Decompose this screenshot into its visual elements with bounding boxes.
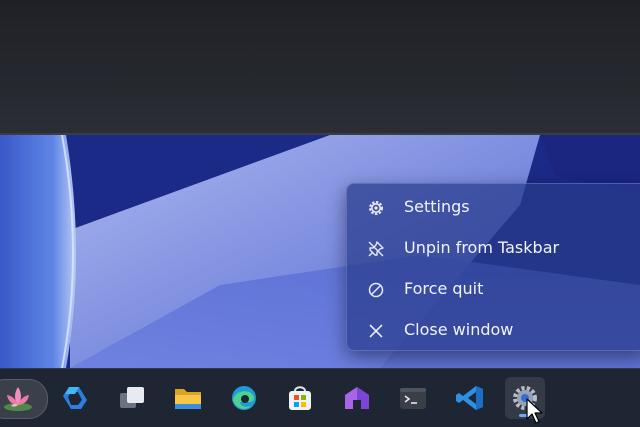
- microsoft-store-icon: [289, 386, 311, 410]
- vscode-icon: [456, 386, 483, 410]
- gear-icon: [369, 201, 383, 215]
- taskbar-task-view[interactable]: [112, 377, 152, 419]
- taskbar-context-menu: Settings Unpin from Taskbar Force quit C…: [346, 183, 640, 351]
- taskbar-edge[interactable]: [224, 377, 264, 419]
- menu-item-label: Close window: [404, 320, 514, 339]
- taskbar-copilot[interactable]: [55, 377, 95, 419]
- copilot-icon: [63, 387, 87, 409]
- mouse-cursor-icon: [526, 398, 543, 424]
- taskbar-file-explorer[interactable]: [168, 377, 208, 419]
- file-explorer-icon: [175, 389, 201, 409]
- menu-item-label: Force quit: [404, 279, 484, 298]
- widgets-lotus-icon: [4, 387, 32, 411]
- prohibited-icon: [368, 282, 384, 298]
- unpin-icon: [368, 241, 384, 257]
- menu-item-unpin-from-taskbar[interactable]: Unpin from Taskbar: [347, 228, 640, 269]
- taskbar-vscode[interactable]: [450, 377, 490, 419]
- task-view-icon: [120, 387, 144, 408]
- dark-window-area: [0, 0, 640, 134]
- taskbar-terminal[interactable]: [393, 377, 433, 419]
- taskbar-microsoft-store[interactable]: [280, 377, 320, 419]
- menu-item-close-window[interactable]: Close window: [347, 310, 640, 351]
- edge-browser-icon: [232, 386, 256, 410]
- close-icon: [369, 324, 383, 338]
- menu-item-force-quit[interactable]: Force quit: [347, 269, 640, 310]
- menu-item-label: Unpin from Taskbar: [404, 238, 560, 257]
- home-app-icon: [345, 387, 369, 409]
- widgets-button[interactable]: [0, 379, 48, 419]
- menu-item-label: Settings: [404, 197, 470, 216]
- taskbar-home-app[interactable]: [337, 377, 377, 419]
- terminal-icon: [400, 388, 426, 409]
- menu-item-settings[interactable]: Settings: [347, 187, 640, 228]
- taskbar: [0, 368, 640, 427]
